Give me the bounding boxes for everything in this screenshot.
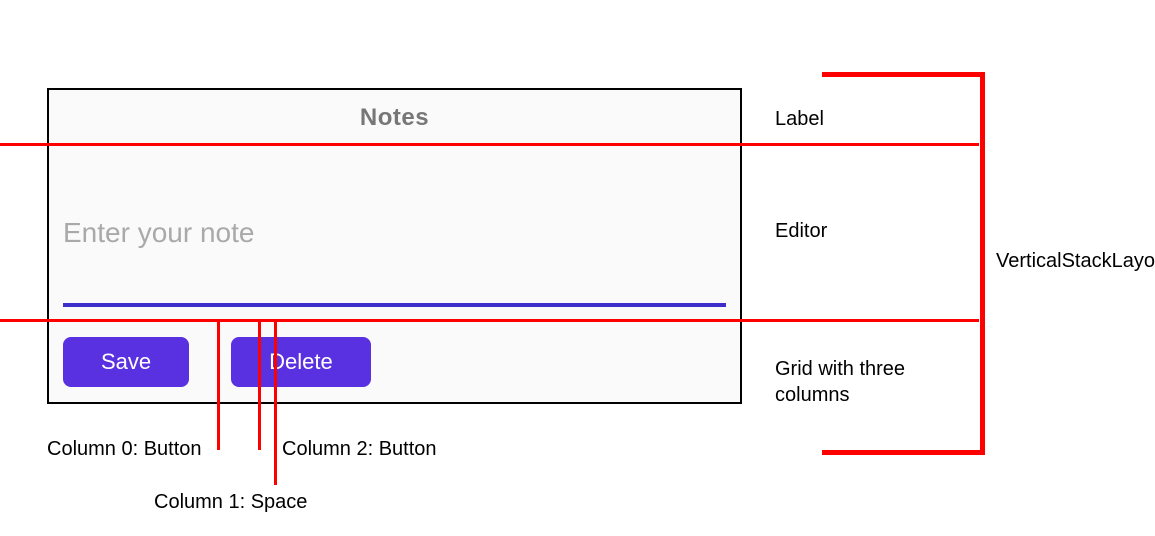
annotation-column-line [258, 319, 261, 450]
annotation-editor: Editor [775, 220, 827, 243]
editor-section: Enter your note [49, 145, 740, 321]
annotation-column-2: Column 2: Button [282, 438, 437, 461]
annotation-bracket-top [822, 72, 985, 77]
delete-button[interactable]: Delete [231, 337, 371, 387]
annotation-column-line [274, 319, 277, 485]
save-button[interactable]: Save [63, 337, 189, 387]
annotation-column-0: Column 0: Button [47, 438, 202, 461]
editor-placeholder: Enter your note [63, 217, 726, 307]
annotation-column-line [217, 319, 220, 450]
annotation-label: Label [775, 108, 824, 131]
annotation-grid: Grid with three columns [775, 356, 975, 408]
annotation-bracket-main [980, 72, 985, 455]
button-grid: Save Delete [49, 321, 740, 402]
annotation-divider-line [0, 319, 979, 322]
label-section: Notes [49, 90, 740, 145]
editor-underline [63, 303, 726, 307]
vertical-stack-layout: Notes Enter your note Save Delete [47, 88, 742, 404]
annotation-column-1: Column 1: Space [154, 491, 307, 514]
annotation-verticalstacklayout: VerticalStackLayout [996, 250, 1155, 273]
annotation-divider-line [0, 143, 979, 146]
note-editor[interactable]: Enter your note [63, 217, 726, 307]
grid-column-2-cell: Delete [231, 337, 726, 387]
page-title: Notes [360, 104, 429, 132]
annotation-bracket-bottom [822, 450, 985, 455]
